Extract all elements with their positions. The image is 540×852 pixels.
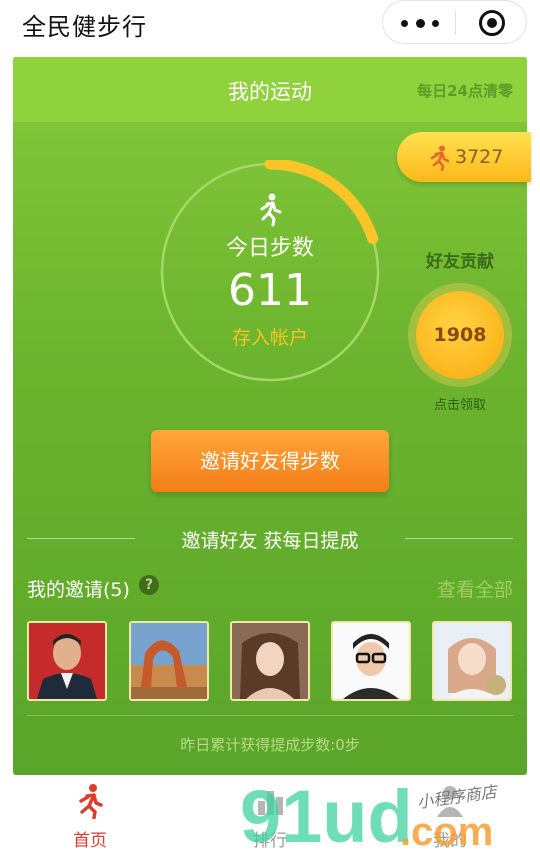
friend-steps-coin[interactable]: 1908 [408, 283, 512, 387]
ring-progress-arc [264, 160, 379, 245]
avatar[interactable] [230, 621, 310, 701]
my-invites-label: 我的邀请(5) [27, 579, 130, 601]
top-bar: 全民健步行 [0, 0, 540, 50]
watermark-logo: 91ud [240, 782, 413, 852]
friend-contribution-title: 好友贡献 [426, 252, 494, 272]
avatar-portrait [29, 623, 105, 699]
app-screen: 全民健步行 我的运动 每日24点清零 3727 今日步数 611 存入帐户 好友… [0, 0, 540, 852]
invite-slogan: 邀请好友 获每日提成 [181, 530, 359, 552]
target-close-icon[interactable] [479, 10, 505, 36]
today-steps-label: 今日步数 [225, 236, 314, 261]
divider-right [405, 538, 513, 539]
tab-label: 首页 [73, 831, 107, 851]
avatar[interactable] [432, 621, 512, 701]
yesterday-commission-text: 昨日累计获得提成步数:0步 [180, 736, 360, 754]
more-dots-icon[interactable] [401, 19, 439, 28]
invite-avatar-list [27, 621, 513, 701]
view-all-link[interactable]: 查看全部 [437, 575, 513, 602]
help-icon[interactable]: ? [139, 575, 159, 595]
runner-icon [79, 784, 103, 819]
walker-icon [260, 193, 282, 227]
divider-left [27, 538, 135, 539]
avatar-landscape [131, 623, 207, 699]
invite-friends-button[interactable]: 邀请好友得步数 [151, 430, 389, 492]
app-title: 全民健步行 [22, 13, 147, 41]
tab-home[interactable]: 首页 [40, 775, 140, 852]
claim-label[interactable]: 点击领取 [418, 394, 502, 413]
avatar-portrait [333, 623, 409, 699]
reset-note: 每日24点清零 [417, 82, 513, 100]
today-steps-value: 611 [228, 265, 312, 316]
friend-steps-value: 1908 [433, 324, 487, 346]
total-steps-badge[interactable]: 3727 [397, 132, 531, 182]
site-watermark: 91ud .com 小程序商店 [240, 782, 500, 852]
avatar[interactable] [129, 621, 209, 701]
watermark-domain: .com [400, 810, 493, 852]
watermark-tagline: 小程序商店 [416, 782, 500, 812]
avatar[interactable] [27, 621, 107, 701]
list-divider [27, 715, 513, 716]
save-to-account-link[interactable]: 存入帐户 [160, 323, 380, 350]
capsule-divider [455, 11, 456, 35]
total-steps-value: 3727 [455, 146, 504, 168]
mini-program-capsule [382, 0, 527, 44]
avatar-portrait [232, 623, 308, 699]
runner-icon [430, 145, 450, 171]
avatar-portrait [434, 623, 510, 699]
avatar[interactable] [331, 621, 411, 701]
